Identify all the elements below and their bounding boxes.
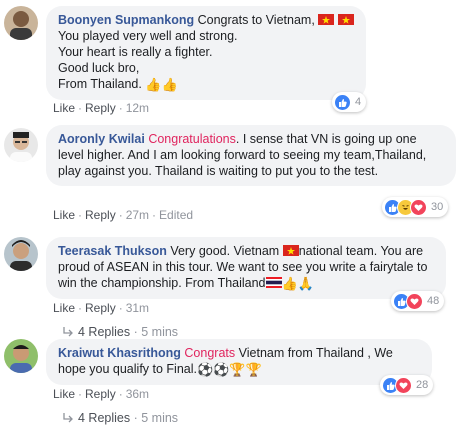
timestamp[interactable]: 36m [126, 387, 149, 401]
reply-link[interactable]: Reply [85, 101, 116, 115]
comment-bubble: Boonyen Supmankong Congrats to Vietnam, … [46, 6, 366, 100]
avatar[interactable] [4, 6, 38, 40]
reaction-count: 4 [355, 96, 362, 108]
highlighted-word: Congratulations [148, 132, 236, 146]
love-icon [410, 198, 427, 216]
reply-link[interactable]: Reply [85, 387, 116, 401]
thumbs-up-emoji-icon: 👍👍 [145, 77, 178, 92]
comment-line: Your heart is really a fighter. [58, 45, 213, 59]
reply-link[interactable]: Reply [85, 301, 116, 315]
view-replies-link[interactable]: 4 Replies · 5 mins [62, 325, 178, 339]
reaction-summary[interactable]: 48 [391, 291, 445, 311]
thumbs-up-emoji-icon: 👍🙏 [281, 276, 314, 291]
reaction-count: 48 [427, 295, 440, 307]
highlighted-word: Congrats [184, 346, 236, 360]
reaction-summary[interactable]: 4 [332, 92, 367, 112]
comment-actions: Like · Reply · 12m [53, 101, 150, 115]
reaction-summary[interactable]: 28 [380, 375, 434, 395]
comment-author[interactable]: Kraiwut Khasrithong [58, 346, 181, 360]
reaction-count: 30 [431, 201, 444, 213]
comment-line: From Thailand. [58, 77, 142, 91]
love-icon [406, 292, 423, 310]
reply-link[interactable]: Reply [85, 208, 116, 222]
thailand-flag-icon [265, 276, 282, 288]
timestamp[interactable]: 27m [126, 208, 149, 222]
comment-bubble: Teerasak Thukson Very good. Vietnam nati… [46, 237, 446, 299]
comment-actions: Like · Reply · 36m [53, 387, 150, 401]
comment-bubble: Kraiwut Khasrithong Congrats Vietnam fro… [46, 339, 432, 385]
love-icon [395, 376, 412, 394]
comment-actions: Like · Reply · 31m [53, 301, 150, 315]
comment-author[interactable]: Boonyen Supmankong [58, 13, 194, 27]
replies-time: 5 mins [141, 325, 179, 339]
replies-count[interactable]: 4 Replies [78, 325, 130, 339]
comment-text: Very good. Vietnam [170, 244, 280, 258]
comment-actions: Like · Reply · 27m · Edited [53, 208, 194, 222]
replies-count[interactable]: 4 Replies [78, 411, 130, 425]
avatar[interactable] [4, 128, 38, 162]
like-link[interactable]: Like [53, 208, 75, 222]
vietnam-flag-icon [282, 244, 299, 256]
like-icon [334, 93, 351, 111]
soccer-ball-emoji-icon: ⚽⚽ [196, 362, 230, 377]
like-link[interactable]: Like [53, 101, 75, 115]
vietnam-flag-icon [318, 13, 335, 25]
comment-author[interactable]: Teerasak Thukson [58, 244, 167, 258]
edited-label[interactable]: Edited [159, 208, 193, 222]
comment-author[interactable]: Aoronly Kwilai [58, 132, 145, 146]
comment-bubble: Aoronly Kwilai Congratulations. I sense … [46, 125, 456, 186]
comment-line: Congrats to Vietnam, [197, 13, 315, 27]
avatar[interactable] [4, 237, 38, 271]
comment-line: Good luck bro, [58, 61, 140, 75]
trophy-emoji-icon: 🏆🏆 [229, 362, 262, 377]
reply-arrow-icon [63, 413, 73, 423]
comment-line: You played very well and strong. [58, 29, 238, 43]
view-replies-link[interactable]: 4 Replies · 5 mins [62, 411, 178, 425]
vietnam-flag-icon [337, 13, 354, 25]
reply-arrow-icon [63, 327, 73, 337]
reaction-count: 28 [416, 379, 429, 391]
reaction-summary[interactable]: 30 [382, 197, 449, 217]
avatar[interactable] [4, 339, 38, 373]
replies-time: 5 mins [141, 411, 179, 425]
like-link[interactable]: Like [53, 301, 75, 315]
timestamp[interactable]: 31m [126, 301, 149, 315]
timestamp[interactable]: 12m [126, 101, 149, 115]
like-link[interactable]: Like [53, 387, 75, 401]
